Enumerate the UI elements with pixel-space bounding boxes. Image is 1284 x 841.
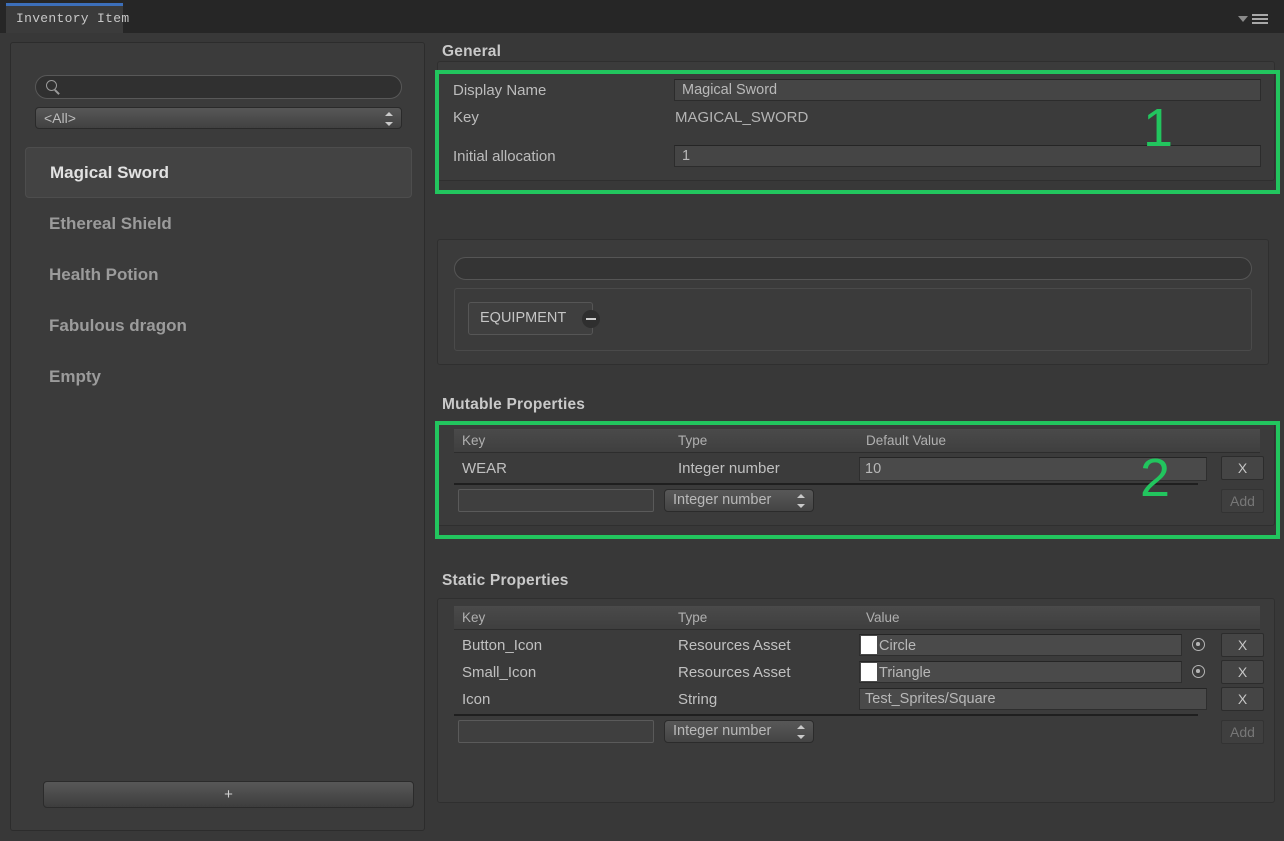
asset-thumbnail — [861, 663, 877, 681]
property-key: Small_Icon — [462, 664, 537, 681]
key-value: MAGICAL_SWORD — [675, 109, 809, 126]
add-item-button[interactable]: + — [43, 781, 414, 808]
list-item[interactable]: Fabulous dragon — [25, 300, 412, 351]
table-row: Button_Icon Resources Asset Circle X — [454, 632, 1264, 659]
item-list: Magical Sword Ethereal Shield Health Pot… — [25, 147, 412, 402]
row-separator — [454, 483, 1198, 485]
row-separator — [454, 714, 1198, 716]
property-key: Button_Icon — [462, 637, 543, 654]
new-property-type-value: Integer number — [673, 723, 772, 739]
hamburger-menu-icon[interactable] — [1252, 14, 1268, 24]
category-filter-value: <All> — [44, 110, 76, 126]
property-value-text: Triangle — [879, 665, 931, 681]
list-item[interactable]: Magical Sword — [25, 147, 412, 198]
property-value-input[interactable]: Test_Sprites/Square — [859, 688, 1207, 710]
initial-allocation-label: Initial allocation — [453, 148, 556, 165]
list-item-label: Magical Sword — [50, 163, 170, 182]
search-icon — [46, 80, 57, 91]
list-item[interactable]: Health Potion — [25, 249, 412, 300]
mutable-properties-title: Mutable Properties — [442, 396, 586, 413]
list-item-label: Health Potion — [49, 265, 159, 284]
list-item-label: Empty — [49, 367, 101, 386]
updown-stepper-icon — [797, 494, 805, 508]
property-type: String — [678, 691, 718, 708]
item-list-panel: <All> Magical Sword Ethereal Shield Heal… — [10, 42, 425, 831]
new-property-type-dropdown[interactable]: Integer number — [664, 489, 814, 512]
property-value-input[interactable]: Circle — [859, 634, 1182, 656]
object-picker-icon[interactable] — [1192, 665, 1205, 678]
search-input[interactable] — [35, 75, 402, 99]
tags-section: EQUIPMENT — [437, 239, 1269, 365]
list-item-label: Ethereal Shield — [49, 214, 172, 233]
general-section-title: General — [442, 43, 502, 60]
annotation-number-1: 1 — [1143, 98, 1174, 158]
list-item[interactable]: Empty — [25, 351, 412, 402]
list-item-label: Fabulous dragon — [49, 316, 187, 335]
add-property-button[interactable]: Add — [1221, 489, 1264, 513]
annotation-number-2: 2 — [1140, 448, 1171, 508]
property-type: Resources Asset — [678, 664, 791, 681]
static-properties-section: Key Type Value Button_Icon Resources Ass… — [437, 598, 1275, 803]
category-filter-dropdown[interactable]: <All> — [35, 107, 402, 129]
table-row: Icon String Test_Sprites/Square X — [454, 686, 1264, 713]
object-picker-icon[interactable] — [1192, 638, 1205, 651]
new-property-key-input[interactable] — [458, 489, 654, 512]
updown-stepper-icon — [385, 112, 393, 126]
list-item[interactable]: Ethereal Shield — [25, 198, 412, 249]
remove-property-button[interactable]: X — [1221, 687, 1264, 711]
add-item-label: + — [224, 786, 233, 803]
window-menu[interactable] — [1238, 12, 1276, 26]
tag-chip-label: EQUIPMENT — [480, 310, 567, 326]
chevron-down-icon[interactable] — [1238, 16, 1248, 22]
column-header-value: Value — [866, 610, 900, 625]
property-type: Integer number — [678, 460, 780, 477]
asset-thumbnail — [861, 636, 877, 654]
static-table-header: Key Type Value — [454, 606, 1260, 630]
minus-circle-icon[interactable] — [582, 310, 601, 328]
column-header-value: Default Value — [866, 433, 947, 448]
remove-property-button[interactable]: X — [1221, 633, 1264, 657]
key-label: Key — [453, 109, 479, 126]
column-header-key: Key — [462, 610, 486, 625]
column-header-key: Key — [462, 433, 486, 448]
new-property-key-input[interactable] — [458, 720, 654, 743]
remove-property-button[interactable]: X — [1221, 660, 1264, 684]
add-property-button[interactable]: Add — [1221, 720, 1264, 744]
property-key: Icon — [462, 691, 491, 708]
tag-chip-container: EQUIPMENT — [454, 288, 1252, 351]
new-property-type-dropdown[interactable]: Integer number — [664, 720, 814, 743]
property-key: WEAR — [462, 460, 507, 477]
tag-chip[interactable]: EQUIPMENT — [468, 302, 601, 335]
property-type: Resources Asset — [678, 637, 791, 654]
display-name-label: Display Name — [453, 82, 547, 99]
table-row: Small_Icon Resources Asset Triangle X — [454, 659, 1264, 686]
tab-inventory-item[interactable]: Inventory Item — [6, 3, 129, 33]
remove-property-button[interactable]: X — [1221, 456, 1264, 480]
new-property-type-value: Integer number — [673, 492, 772, 508]
tab-bar: Inventory Item — [0, 0, 1284, 33]
static-add-row: Integer number Add — [454, 720, 1264, 747]
property-value-text: Circle — [879, 638, 917, 654]
column-header-type: Type — [678, 610, 708, 625]
column-header-type: Type — [678, 433, 708, 448]
editor-window: Inventory Item <All> Magical Sword Ether… — [0, 0, 1284, 841]
tab-label: Inventory Item — [16, 11, 130, 26]
property-value-input[interactable]: Triangle — [859, 661, 1182, 683]
tag-search-input[interactable] — [454, 257, 1252, 280]
updown-stepper-icon — [797, 725, 805, 739]
static-properties-title: Static Properties — [442, 572, 569, 589]
